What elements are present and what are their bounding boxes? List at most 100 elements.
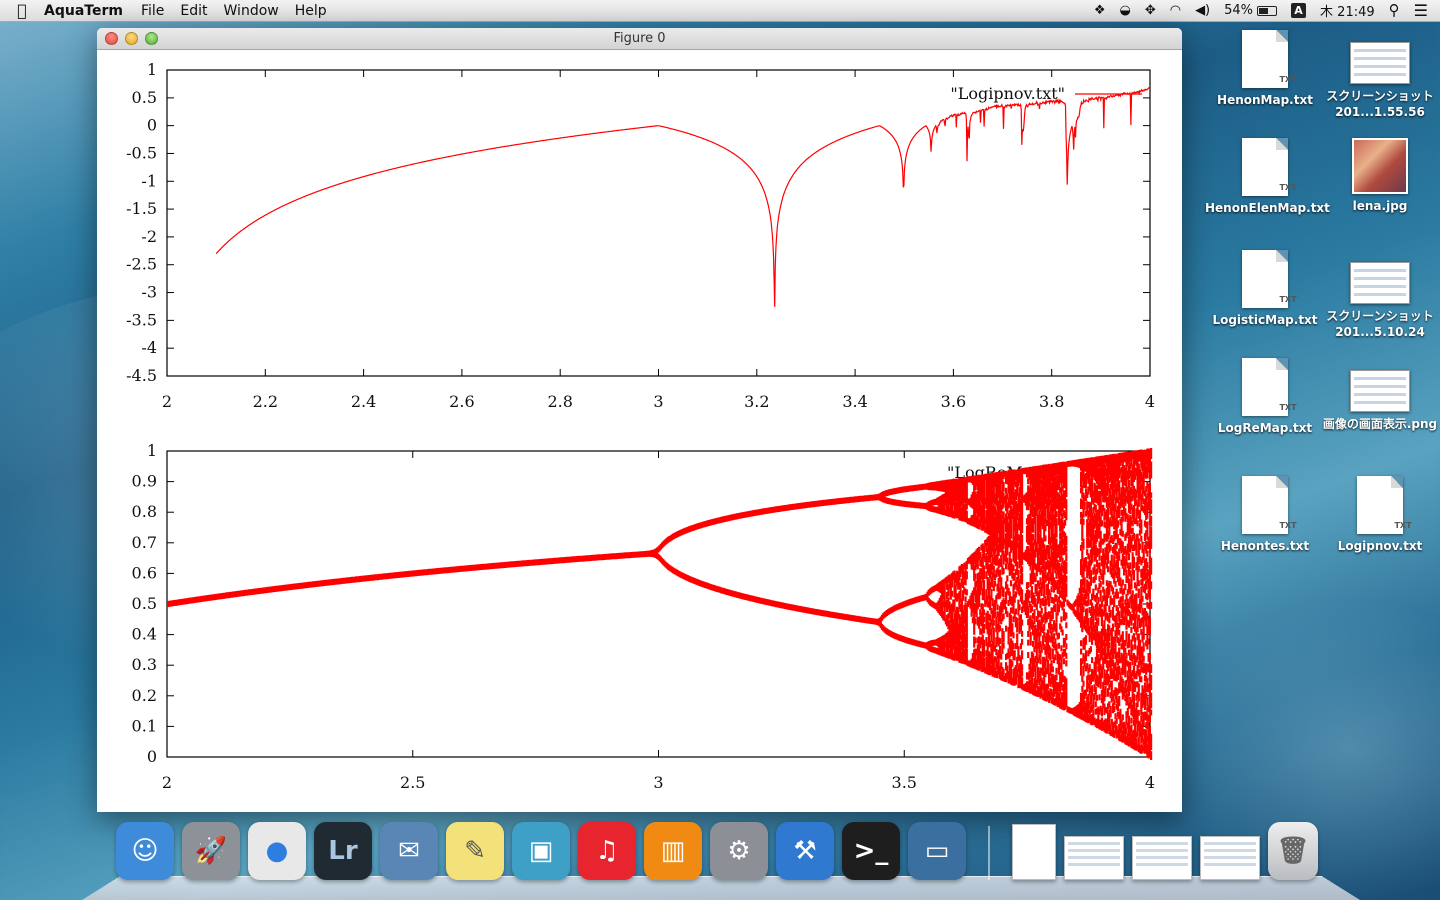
y-tick-label: 0.5 xyxy=(132,594,157,613)
desktop-icon-label: HenonMap.txt xyxy=(1217,93,1313,107)
dock-chrome-icon[interactable]: ● xyxy=(248,822,306,880)
clock[interactable]: 木 21:49 xyxy=(1320,1,1375,20)
desktop-icon[interactable]: TXT HenonElenMap.txt xyxy=(1205,138,1330,216)
y-tick-label: -4 xyxy=(141,338,157,357)
desktop-icon[interactable]: TXT HenonMap.txt xyxy=(1205,30,1325,108)
text-file-icon: TXT xyxy=(1242,358,1297,416)
x-tick-label: 3.4 xyxy=(842,392,867,411)
desktop-icon[interactable]: TXT LogisticMap.txt xyxy=(1205,250,1325,328)
x-tick-label: 3.8 xyxy=(1039,392,1064,411)
menu-window[interactable]: Window xyxy=(224,3,279,19)
file-ext-label: TXT xyxy=(1279,521,1297,530)
dock-ibooks-icon[interactable]: ▥ xyxy=(644,822,702,880)
close-button[interactable] xyxy=(105,32,118,45)
desktop-icon-label: LogReMap.txt xyxy=(1217,421,1313,435)
legend-label: "Logipnov.txt" xyxy=(950,84,1065,103)
battery-icon xyxy=(1257,5,1278,16)
desktop-icon-label: Henontes.txt xyxy=(1220,539,1310,553)
zoom-button[interactable] xyxy=(145,32,158,45)
desktop-icon-label: スクリーンショット 201...5.10.24 xyxy=(1326,309,1434,339)
dock-items: ☺ 🚀 ● Lr ✉ ✎ ▣ ♫ ▥ ⚙ ⚒ >_ ▭ 🗑 xyxy=(116,822,1318,880)
desktop-icon[interactable]: スクリーンショット 201...1.55.56 xyxy=(1320,30,1440,120)
move-icon[interactable]: ✥ xyxy=(1145,4,1156,17)
apple-menu-icon[interactable]:  xyxy=(0,1,44,20)
dock-notes-icon[interactable]: ✎ xyxy=(446,822,504,880)
desktop-icon[interactable]: TXT Logipnov.txt xyxy=(1320,476,1440,554)
y-tick-label: 0.9 xyxy=(132,472,157,491)
y-tick-label: 0.1 xyxy=(132,716,157,735)
file-ext-label: TXT xyxy=(1279,183,1297,192)
dock-finder-icon[interactable]: ☺ xyxy=(116,822,174,880)
dock-lightroom-icon[interactable]: Lr xyxy=(314,822,372,880)
x-tick-label: 3.6 xyxy=(941,392,966,411)
text-file-icon: TXT xyxy=(1242,138,1297,196)
desktop-icon[interactable]: lena.jpg xyxy=(1320,138,1440,214)
x-tick-label: 2.2 xyxy=(253,392,278,411)
desktop-icon[interactable]: TXT LogReMap.txt xyxy=(1205,358,1325,436)
y-tick-label: -4.5 xyxy=(126,366,157,385)
dock-minimized-window-icon[interactable] xyxy=(1132,836,1192,880)
menu-help[interactable]: Help xyxy=(295,3,327,19)
menu-edit[interactable]: Edit xyxy=(180,3,207,19)
y-tick-label: -1.5 xyxy=(126,199,157,218)
desktop-icon-label: lena.jpg xyxy=(1352,199,1408,213)
desktop-icon[interactable]: スクリーンショット 201...5.10.24 xyxy=(1320,250,1440,340)
dock-iphoto-icon[interactable]: ▣ xyxy=(512,822,570,880)
screenshot-file-icon xyxy=(1350,262,1410,304)
helmet-icon[interactable]: ◒ xyxy=(1119,4,1130,17)
window-titlebar[interactable]: Figure 0 xyxy=(97,28,1182,50)
minimize-button[interactable] xyxy=(125,32,138,45)
text-file-icon: TXT xyxy=(1242,250,1297,308)
dock-document-icon[interactable] xyxy=(1012,824,1056,880)
spotlight-icon[interactable]: ⚲ xyxy=(1389,3,1400,18)
file-ext-label: TXT xyxy=(1279,403,1297,412)
y-tick-label: 1 xyxy=(147,60,157,79)
y-tick-label: -2 xyxy=(141,227,157,246)
dock-launchpad-icon[interactable]: 🚀 xyxy=(182,822,240,880)
file-ext-label: TXT xyxy=(1394,521,1412,530)
dock-separator xyxy=(988,826,990,880)
text-file-icon: TXT xyxy=(1242,476,1297,534)
desktop-icon-label: 画像の画面表示.png xyxy=(1322,417,1438,431)
input-method-icon[interactable]: A xyxy=(1291,3,1307,18)
dock-trash-icon[interactable]: 🗑 xyxy=(1268,822,1318,880)
dock-terminal-icon[interactable]: >_ xyxy=(842,822,900,880)
x-tick-label: 2.8 xyxy=(547,392,572,411)
x-tick-label: 2 xyxy=(162,773,172,792)
y-tick-label: 0 xyxy=(147,116,157,135)
desktop-icon[interactable]: 画像の画面表示.png xyxy=(1320,358,1440,432)
text-file-icon: TXT xyxy=(1242,30,1297,88)
dock-itunes-icon[interactable]: ♫ xyxy=(578,822,636,880)
dock-minimized-window-icon[interactable] xyxy=(1064,836,1124,880)
notification-center-icon[interactable]: ☰ xyxy=(1414,2,1428,19)
dock-xcode-icon[interactable]: ⚒ xyxy=(776,822,834,880)
y-tick-label: 0.5 xyxy=(132,88,157,107)
battery-status[interactable]: 54% xyxy=(1224,3,1278,18)
wifi-icon[interactable]: ◠ xyxy=(1170,4,1181,17)
x-tick-label: 4 xyxy=(1145,773,1155,792)
file-ext-label: TXT xyxy=(1279,295,1297,304)
dock-mail-icon[interactable]: ✉ xyxy=(380,822,438,880)
x-tick-label: 2.4 xyxy=(351,392,376,411)
window-title: Figure 0 xyxy=(613,31,666,46)
y-tick-label: 1 xyxy=(147,441,157,460)
y-tick-label: 0.2 xyxy=(132,686,157,705)
x-tick-label: 2.5 xyxy=(400,773,425,792)
y-tick-label: 0.8 xyxy=(132,502,157,521)
dock-minimized-window-icon[interactable] xyxy=(1200,836,1260,880)
desktop-icon[interactable]: TXT Henontes.txt xyxy=(1205,476,1325,554)
y-tick-label: 0.7 xyxy=(132,533,157,552)
volume-icon[interactable]: ◀) xyxy=(1195,4,1210,17)
desktop-icon-label: Logipnov.txt xyxy=(1337,539,1423,553)
desktop-icon-label: スクリーンショット 201...1.55.56 xyxy=(1326,89,1434,119)
dock-system-preferences-icon[interactable]: ⚙ xyxy=(710,822,768,880)
menu-file[interactable]: File xyxy=(141,3,164,19)
desktop-icon-label: HenonElenMap.txt xyxy=(1205,201,1330,215)
battery-percent: 54% xyxy=(1224,3,1254,18)
x-tick-label: 3.2 xyxy=(744,392,769,411)
dropbox-icon[interactable]: ❖ xyxy=(1094,4,1106,17)
y-tick-label: -3 xyxy=(141,283,157,302)
menu-app-name[interactable]: AquaTerm xyxy=(44,3,123,19)
x-tick-label: 2.6 xyxy=(449,392,474,411)
dock-preview-icon[interactable]: ▭ xyxy=(908,822,966,880)
